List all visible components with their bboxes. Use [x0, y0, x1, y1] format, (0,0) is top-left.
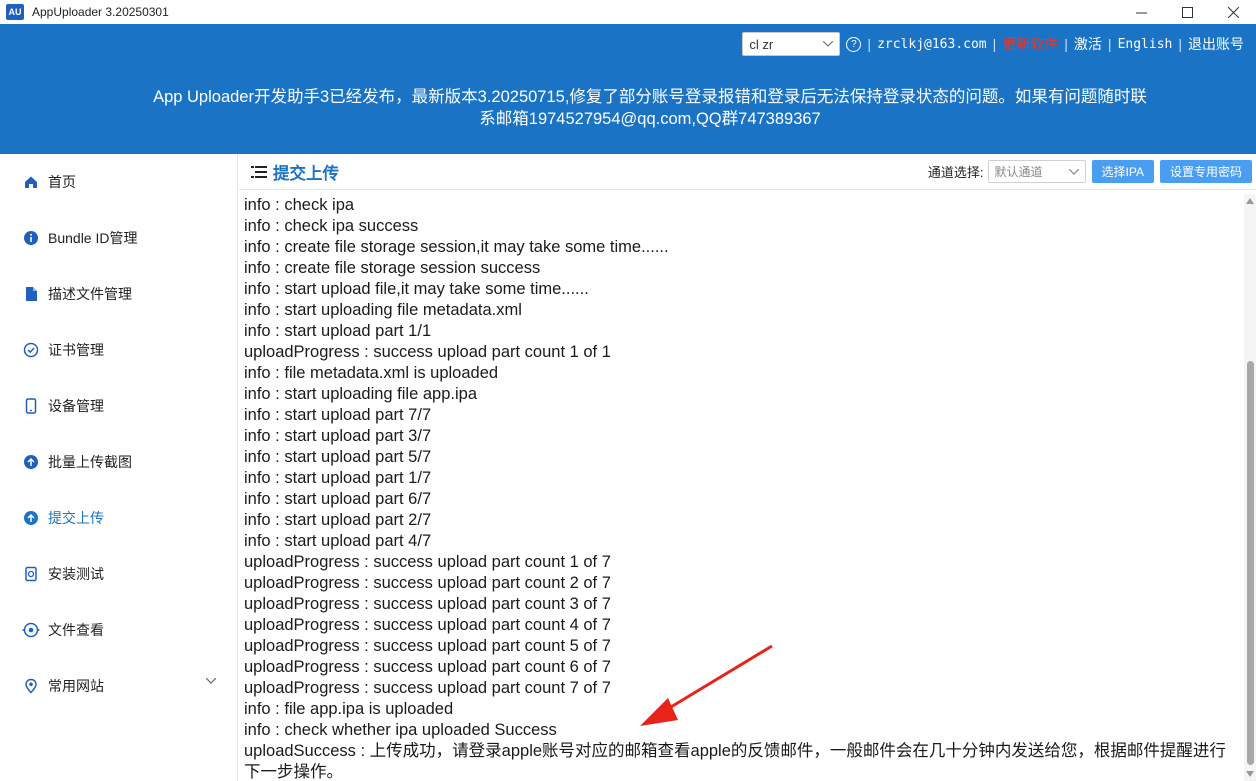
activate-link[interactable]: 激活	[1074, 34, 1102, 54]
close-button[interactable]	[1210, 0, 1256, 24]
scroll-up-icon[interactable]	[1246, 198, 1254, 204]
install-icon	[22, 565, 40, 583]
sidebar-item-websites[interactable]: 常用网站	[0, 658, 238, 714]
log-line: info : check ipa success	[244, 217, 419, 235]
title-bar: AU AppUploader 3.20250301	[0, 0, 1256, 24]
sidebar-item-profiles[interactable]: 描述文件管理	[0, 266, 238, 322]
window-title: AppUploader 3.20250301	[32, 5, 169, 19]
set-password-button[interactable]: 设置专用密码	[1159, 160, 1252, 183]
divider: |	[867, 36, 872, 52]
page-title: 提交上传	[273, 164, 339, 183]
main-header: 提交上传 通道选择: 默认通道 选择IPA 设置专用密码	[239, 154, 1256, 190]
channel-label: 通道选择:	[927, 165, 984, 180]
log-line: info : start upload part 1/7	[244, 469, 432, 487]
log-line: uploadProgress : success upload part cou…	[244, 343, 611, 361]
sidebar-item-label: 描述文件管理	[48, 286, 132, 302]
divider: |	[1064, 36, 1068, 52]
close-icon	[1227, 6, 1239, 18]
certificate-icon	[22, 341, 40, 359]
scroll-down-icon[interactable]	[1246, 771, 1254, 777]
sidebar-item-label: 常用网站	[48, 678, 104, 694]
location-icon	[22, 677, 40, 695]
chevron-down-icon	[823, 41, 834, 47]
minimize-button[interactable]	[1118, 0, 1164, 24]
maximize-icon	[1181, 6, 1193, 18]
sidebar-item-bundle-id[interactable]: Bundle ID管理	[0, 210, 238, 266]
home-icon	[22, 173, 40, 191]
sidebar-item-label: 批量上传截图	[48, 454, 132, 470]
log-line: info : create file storage session succe…	[244, 259, 541, 277]
log-line: info : check ipa	[244, 196, 355, 214]
sidebar-item-label: 设备管理	[48, 398, 104, 414]
log-line: info : start upload part 1/1	[244, 322, 432, 340]
log-line: info : start upload part 7/7	[244, 406, 432, 424]
log-line: info : start upload part 3/7	[244, 427, 432, 445]
log-line: info : create file storage session,it ma…	[244, 238, 669, 256]
eye-icon	[22, 621, 40, 639]
log-line: info : start upload part 4/7	[244, 532, 432, 550]
announcement-text: App Uploader开发助手3已经发布，最新版本3.20250715,修复了…	[153, 88, 1147, 128]
account-email: zrclkj@163.com	[877, 36, 987, 52]
log-line: uploadProgress : success upload part cou…	[244, 616, 611, 634]
channel-select[interactable]: 默认通道	[987, 160, 1086, 183]
info-icon	[22, 229, 40, 247]
channel-select-value: 默认通道	[994, 165, 1043, 179]
menu-icon	[251, 165, 267, 178]
app-logo: AU	[6, 4, 24, 20]
log-line: info : start uploading file metadata.xml	[244, 301, 522, 319]
upload-icon	[22, 509, 40, 527]
channel-controls: 通道选择: 默认通道 选择IPA 设置专用密码	[928, 160, 1252, 183]
header-toolbar: cl zr ? | zrclkj@163.com | 更新软件 | 激活 | E…	[742, 32, 1244, 56]
sidebar-item-label: 安装测试	[48, 566, 104, 582]
log-line: info : start upload file,it may take som…	[244, 280, 589, 298]
sidebar-item-certificates[interactable]: 证书管理	[0, 322, 238, 378]
logout-link[interactable]: 退出账号	[1188, 34, 1244, 54]
log-line: uploadProgress : success upload part cou…	[244, 553, 611, 571]
divider: |	[992, 36, 997, 52]
sidebar-item-label: 提交上传	[48, 510, 104, 526]
log-line: info : start uploading file app.ipa	[244, 385, 477, 403]
file-icon	[22, 285, 40, 303]
sidebar-item-label: 证书管理	[48, 342, 104, 358]
language-link[interactable]: English	[1118, 37, 1173, 52]
log-line: uploadProgress : success upload part cou…	[244, 574, 611, 592]
sidebar-item-batch-screenshots[interactable]: 批量上传截图	[0, 434, 238, 490]
phone-icon	[22, 397, 40, 415]
sidebar-item-label: 首页	[48, 174, 76, 190]
log-line: info : start upload part 2/7	[244, 511, 432, 529]
upload-icon	[22, 453, 40, 471]
log-scrollbar[interactable]	[1244, 194, 1256, 781]
account-select[interactable]: cl zr	[742, 32, 841, 56]
annotation-arrow-icon	[640, 644, 773, 726]
sidebar-item-label: Bundle ID管理	[48, 230, 138, 246]
maximize-button[interactable]	[1164, 0, 1210, 24]
sidebar-item-devices[interactable]: 设备管理	[0, 378, 238, 434]
log-line: uploadSuccess : 上传成功，请登录apple账号对应的邮箱查看ap…	[244, 742, 1226, 781]
sidebar-item-install-test[interactable]: 安装测试	[0, 546, 238, 602]
help-icon[interactable]: ?	[846, 36, 862, 52]
chevron-down-icon[interactable]	[206, 678, 216, 684]
window-controls	[1118, 0, 1256, 24]
sidebar-item-file-viewer[interactable]: 文件查看	[0, 602, 238, 658]
sidebar: 首页 Bundle ID管理 描述文件管理 证书管理 设备管理 批量上传截图 提…	[0, 154, 238, 781]
update-software-link[interactable]: 更新软件	[1002, 34, 1058, 54]
divider: |	[1178, 36, 1182, 52]
chevron-down-icon	[1068, 168, 1079, 175]
log-line: info : start upload part 6/7	[244, 490, 432, 508]
scroll-thumb[interactable]	[1247, 361, 1254, 765]
header-banner: cl zr ? | zrclkj@163.com | 更新软件 | 激活 | E…	[0, 24, 1256, 154]
sidebar-item-submit-upload[interactable]: 提交上传	[0, 490, 238, 546]
divider: |	[1107, 36, 1112, 52]
sidebar-item-label: 文件查看	[48, 622, 104, 638]
log-line: info : start upload part 5/7	[244, 448, 432, 466]
select-ipa-button[interactable]: 选择IPA	[1091, 160, 1154, 183]
minimize-icon	[1135, 12, 1147, 13]
sidebar-item-home[interactable]: 首页	[0, 154, 238, 210]
account-select-value: cl zr	[749, 36, 774, 52]
log-line: info : file metadata.xml is uploaded	[244, 364, 499, 382]
log-line: uploadProgress : success upload part cou…	[244, 595, 611, 613]
